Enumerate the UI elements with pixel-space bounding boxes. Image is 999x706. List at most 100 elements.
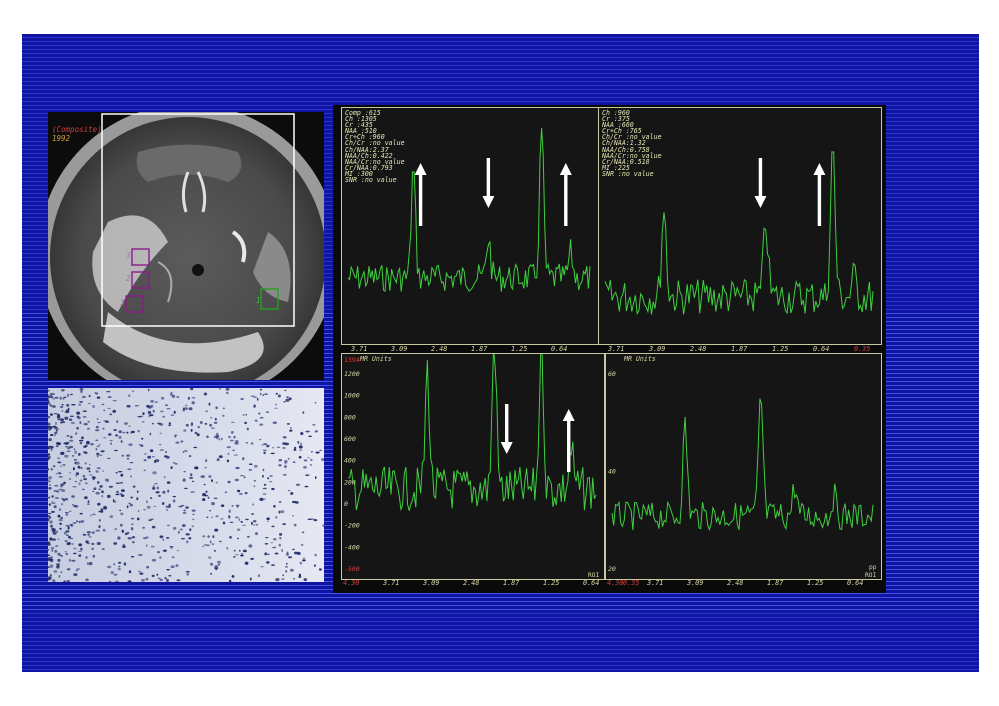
cell-nucleus [312,423,316,426]
cell-nucleus [60,484,63,488]
cell-nucleus [274,407,278,409]
cell-nucleus [162,538,165,541]
cell-nucleus [60,465,63,467]
histology-drawing [48,388,324,582]
cell-nucleus [288,556,292,559]
cell-nucleus [118,471,123,473]
y-tick-label: 40 [608,468,616,476]
cell-nucleus [190,473,193,477]
cell-nucleus [215,481,218,484]
cell-nucleus [109,413,113,416]
cell-nucleus [290,492,294,495]
cell-nucleus [118,561,122,564]
cell-nucleus [57,457,60,460]
cell-nucleus [248,544,253,548]
cell-nucleus [150,404,154,408]
cell-nucleus [63,442,68,445]
cell-nucleus [269,481,273,483]
cell-nucleus [69,472,72,474]
cell-nucleus [166,524,170,527]
cell-nucleus [170,414,175,416]
cell-nucleus [128,394,131,397]
cell-nucleus [130,556,135,558]
cell-nucleus [131,390,135,393]
cell-nucleus [240,521,243,523]
cell-nucleus [165,505,170,509]
cell-nucleus [83,451,87,454]
cell-nucleus [263,443,268,445]
cell-nucleus [113,563,116,566]
cell-nucleus [96,392,99,395]
cell-nucleus [216,459,220,461]
cell-nucleus [273,538,277,541]
cell-nucleus [262,468,265,472]
cell-nucleus [95,529,100,532]
cell-nucleus [281,549,284,552]
cell-nucleus [66,403,70,407]
cell-nucleus [170,391,173,394]
spectrum-bottom-right[interactable]: MR Units 60 40 20 ROI pp [605,353,882,580]
cell-nucleus [61,410,64,412]
cell-nucleus [278,543,281,547]
cell-nucleus [127,537,132,540]
cell-nucleus [218,540,222,543]
cell-nucleus [128,425,131,428]
cell-nucleus [109,439,113,442]
spectrum-bottom-left[interactable]: MR Units 1200 1000 800 600 400 200 0 -200 -400 -5… [341,320,605,580]
cell-nucleus [301,531,305,534]
cell-nucleus [121,489,125,492]
cell-nucleus [213,421,218,424]
cell-nucleus [300,543,304,547]
cell-nucleus [101,548,105,550]
cell-nucleus [227,480,231,484]
cell-nucleus [117,567,121,571]
cell-nucleus [310,458,313,461]
cell-nucleus [250,395,255,397]
cell-nucleus [211,543,215,545]
cell-nucleus [78,482,81,486]
cell-nucleus [188,537,192,539]
cell-nucleus [204,494,209,497]
cell-nucleus [55,428,60,430]
cell-nucleus [285,569,288,573]
cell-nucleus [286,396,289,399]
cell-nucleus [64,540,68,542]
cell-nucleus [86,562,89,565]
cell-nucleus [121,454,124,457]
cell-nucleus [296,551,301,555]
spectrum-top-right[interactable]: Ch :960 Cr :375 NAA :660 Cr+Ch :765 Ch/Cr :n… [598,107,882,345]
cell-nucleus [185,506,189,509]
cell-nucleus [57,538,60,540]
cell-nucleus [67,407,70,410]
cell-nucleus [166,408,171,410]
cell-nucleus [159,556,162,559]
cell-nucleus [130,517,135,520]
cell-nucleus [153,505,157,507]
cell-nucleus [308,435,312,438]
cell-nucleus [76,568,80,570]
cell-nucleus [103,437,107,439]
cell-nucleus [204,459,208,463]
cell-nucleus [239,549,241,552]
cell-nucleus [190,388,194,391]
cell-nucleus [235,440,239,443]
cell-nucleus [151,525,156,529]
cell-nucleus [113,429,117,431]
cell-nucleus [69,439,74,442]
cell-nucleus [89,474,93,476]
cell-nucleus [65,534,69,536]
cell-nucleus [203,392,208,396]
cell-nucleus [62,464,66,466]
cell-nucleus [166,569,170,571]
cell-nucleus [176,396,180,398]
cell-nucleus [120,512,124,516]
cell-nucleus [160,410,164,413]
cell-nucleus [203,483,206,486]
spectrum-top-left[interactable]: Comp :615 Ch :1305 Cr :435 NAA :510 Cr+Ch :9… [341,107,599,345]
cell-nucleus [54,484,59,487]
cell-nucleus [233,454,238,456]
cell-nucleus [51,549,54,552]
cell-nucleus [151,456,155,458]
cell-nucleus [136,497,139,501]
cell-nucleus [147,388,150,392]
